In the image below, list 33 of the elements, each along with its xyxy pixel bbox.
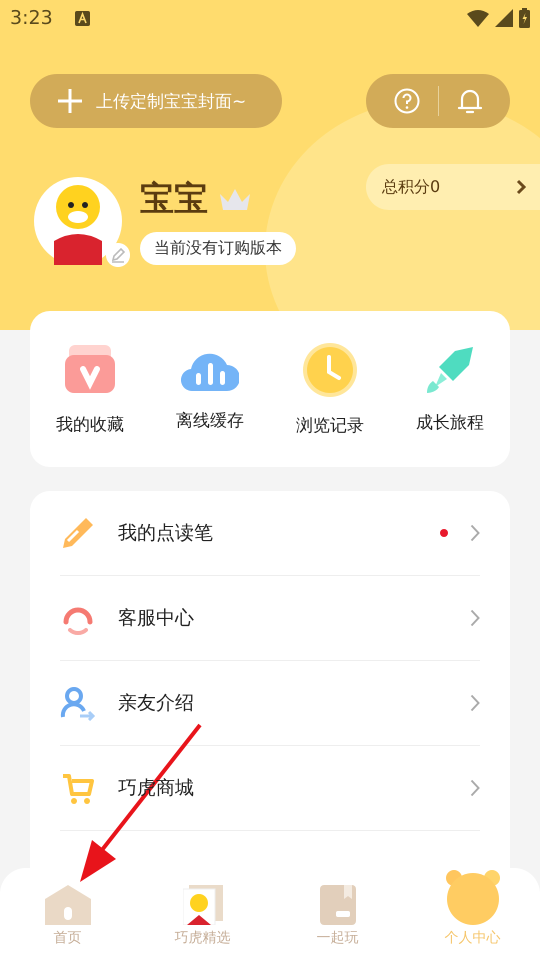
house-icon [44, 885, 90, 925]
menu-item[interactable]: 亲友介绍 [118, 690, 448, 716]
menu-item[interactable]: 我的点读笔 [118, 520, 418, 546]
status-time: 3:23 [10, 7, 53, 29]
chevron-icon [470, 779, 480, 797]
shortcut-button[interactable]: 浏览记录 [270, 342, 390, 436]
shortcut-button[interactable]: 成长旅程 [390, 344, 510, 434]
rocket-icon [425, 344, 475, 394]
keyboard-notification-icon [74, 10, 90, 26]
bell-icon[interactable] [456, 88, 482, 114]
chevron-icon [516, 179, 526, 195]
signal-icon [495, 9, 513, 27]
wifi-icon [467, 10, 489, 26]
edit-icon[interactable] [106, 242, 130, 266]
subscription-tag[interactable]: 当前没有订购版本 [140, 232, 296, 265]
book-icon [320, 885, 356, 925]
battery-charging-icon [519, 8, 530, 28]
person-arrow-icon [60, 685, 96, 721]
help-icon[interactable] [394, 88, 420, 114]
baby-name: 宝宝 [140, 178, 208, 221]
avatar-drawing[interactable] [34, 176, 122, 264]
shortcut-button[interactable]: 离线缓存 [150, 346, 270, 432]
tiger-book-icon [182, 885, 222, 925]
points-button[interactable]: 总积分0 [366, 164, 540, 210]
chevron-icon [470, 609, 480, 627]
menu-item[interactable]: 客服中心 [118, 605, 448, 631]
chevron-icon [470, 524, 480, 542]
shortcut-button[interactable]: 我的收藏 [30, 342, 150, 436]
plus-icon [58, 89, 82, 113]
chevron-icon [470, 694, 480, 712]
bear-head-icon [444, 869, 500, 925]
clock-icon [302, 342, 358, 398]
pencil-icon [60, 515, 96, 551]
